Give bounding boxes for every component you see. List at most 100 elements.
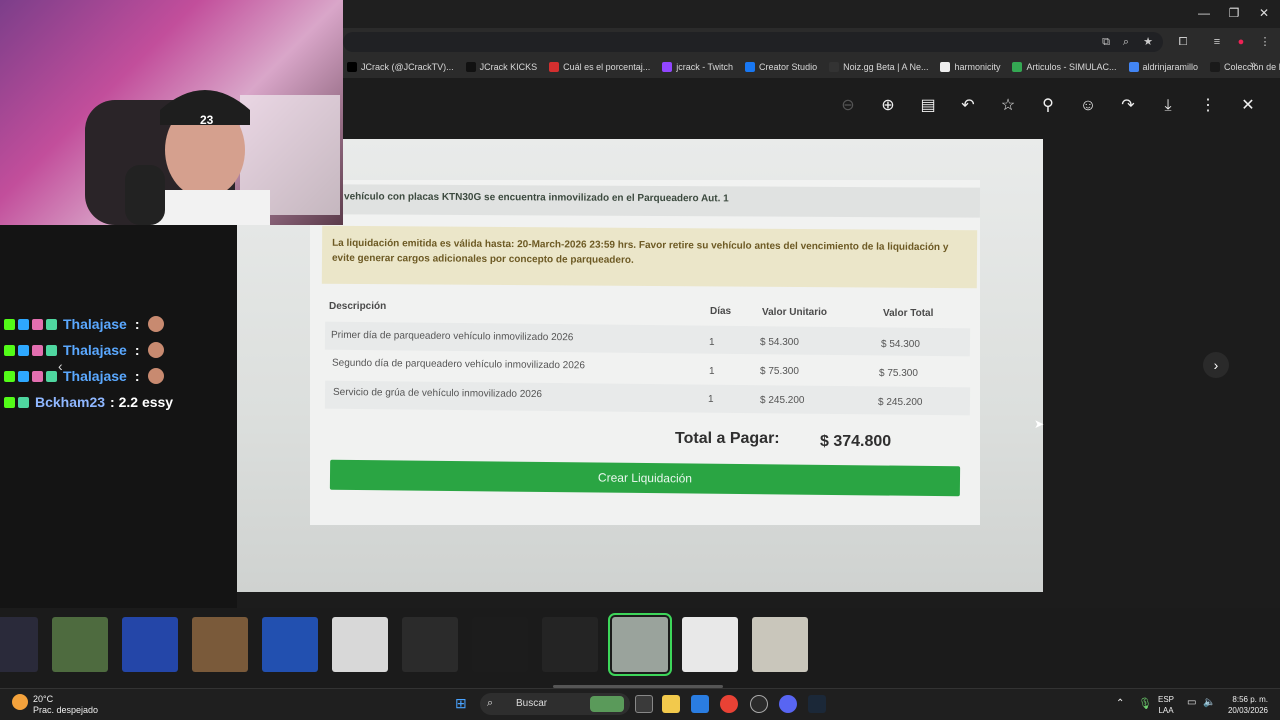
chat-badge-icon [46,344,57,356]
streamer-figure [85,90,340,225]
image-thumbnail[interactable] [0,617,38,672]
task-view-icon[interactable] [635,695,653,713]
discord-icon[interactable] [779,695,797,713]
image-thumbnail[interactable] [542,617,598,672]
lang-secondary: LAA [1158,706,1174,715]
forward-icon[interactable]: ↷ [1118,96,1138,116]
chat-badge-icon [18,344,29,356]
chat-badge-icon [32,344,43,356]
chat-badge-icon [4,344,15,356]
zoom-out-icon[interactable]: ⊖ [838,96,858,116]
webcam-overlay: 23 [0,0,343,225]
windows-start-icon[interactable]: ⊞ [455,695,471,711]
chat-username[interactable]: Thalajase [63,368,127,384]
header-valor-total: Valor Total [883,308,934,319]
header-descripcion: Descripción [329,301,387,312]
chat-emote-icon [147,316,164,332]
weather-widget[interactable]: 20°C Prac. despejado [33,694,98,716]
language-indicator[interactable]: ESP LAA [1158,694,1174,716]
chat-emote-icon [147,342,164,358]
install-app-icon[interactable]: ⧉ [1098,34,1114,50]
bookmark-item[interactable]: Articulos - SIMULAC... [1012,62,1117,72]
zoom-icon[interactable]: ⌕ [1118,34,1134,50]
more-options-icon[interactable]: ⋮ [1198,96,1218,116]
app-icon[interactable] [750,695,768,713]
search-icon: ⌕ [487,697,494,709]
next-image-icon[interactable]: › [1203,352,1229,378]
image-thumbnail[interactable] [608,613,672,676]
extensions-icon[interactable]: ⧠ [1175,34,1191,50]
bookmark-item[interactable]: Colección de M_blei... [1210,62,1280,72]
row-unitario: $ 245.200 [760,395,805,406]
bookmark-item[interactable]: Cuál es el porcentaj... [549,62,650,72]
minimize-icon[interactable]: — [1196,6,1212,20]
address-bar[interactable] [343,32,1163,52]
media-control-icon[interactable]: ≡ [1209,34,1225,50]
clock[interactable]: 8:56 p. m. 20/03/2026 [1224,694,1268,716]
microphone-icon[interactable]: 🎙 [1138,697,1152,710]
image-thumbnail[interactable] [752,617,808,672]
bookmark-star-icon[interactable]: ★ [1140,34,1156,50]
bookmark-item[interactable]: Noiz.gg Beta | A Ne... [829,62,928,72]
outlook-icon[interactable] [691,695,709,713]
clock-time: 8:56 p. m. [1232,695,1268,704]
chrome-icon[interactable] [720,695,738,713]
chat-badge-icon [4,318,15,330]
star-icon[interactable]: ☆ [998,96,1018,116]
row-total: $ 75.300 [879,368,918,379]
steam-icon[interactable] [808,695,826,713]
more-bookmarks-icon[interactable]: » [1250,59,1256,71]
profile-avatar-icon[interactable]: ● [1233,34,1249,50]
filmstrip-scrollbar[interactable] [553,685,723,688]
image-thumbnail[interactable] [682,617,738,672]
image-thumbnail[interactable] [332,617,388,672]
chat-separator: : [134,342,140,358]
bookmark-favicon-icon [1128,62,1139,72]
image-thumbnail[interactable] [262,617,318,672]
bookmark-item[interactable]: Creator Studio [745,62,817,72]
image-thumbnail[interactable] [52,617,108,672]
chat-username[interactable]: Bckham23 [35,394,105,410]
chat-username[interactable]: Thalajase [63,342,127,358]
weather-temp: 20°C [33,694,54,704]
caption-icon[interactable]: ▤ [918,96,938,116]
image-thumbnail[interactable] [192,617,248,672]
bookmark-item[interactable]: aldrinjaramillo [1128,62,1198,72]
total-value: $ 374.800 [820,433,892,450]
bookmark-item[interactable]: harmonicity [940,62,1000,72]
bookmark-item[interactable]: JCrack (@JCrackTV)... [347,62,454,72]
bookmark-favicon-icon [1012,62,1023,72]
prev-image-icon[interactable]: ‹ [58,358,63,374]
close-viewer-icon[interactable]: ✕ [1238,96,1258,116]
bookmark-item[interactable]: JCrack KICKS [465,62,537,72]
file-explorer-icon[interactable] [662,695,680,713]
weather-icon[interactable] [12,694,28,710]
bookmark-favicon-icon [662,62,673,72]
tray-overflow-icon[interactable]: ⌃ [1116,698,1124,709]
chat-username[interactable]: Thalajase [63,316,127,332]
image-thumbnail[interactable] [402,617,458,672]
pin-icon[interactable]: ⚲ [1038,96,1058,116]
zoom-in-icon[interactable]: ⊕ [878,96,898,116]
network-icon[interactable]: ▭ [1187,697,1196,708]
download-icon[interactable]: ⤓ [1158,96,1178,116]
reply-icon[interactable]: ↶ [958,96,978,116]
image-thumbnail[interactable] [122,617,178,672]
chat-emote-icon [147,368,164,384]
bookmark-favicon-icon [829,62,840,72]
bookmark-favicon-icon [745,62,756,72]
bookmark-favicon-icon [465,62,476,72]
bookmark-label: Articulos - SIMULAC... [1026,62,1117,72]
volume-icon[interactable]: 🔈 [1203,697,1215,708]
bookmark-label: Cuál es el porcentaj... [563,62,651,72]
image-thumbnail[interactable] [472,617,528,672]
close-window-icon[interactable]: ✕ [1256,6,1272,20]
bookmark-favicon-icon [940,62,951,72]
row-dias: 1 [709,337,715,348]
chrome-menu-icon[interactable]: ⋮ [1257,34,1273,50]
chat-message: Thalajase: [4,316,164,332]
emoji-icon[interactable]: ☺ [1078,96,1098,116]
maximize-icon[interactable]: ❐ [1226,6,1242,20]
chat-separator: : [134,316,140,332]
bookmark-item[interactable]: jcrack - Twitch [662,62,733,72]
